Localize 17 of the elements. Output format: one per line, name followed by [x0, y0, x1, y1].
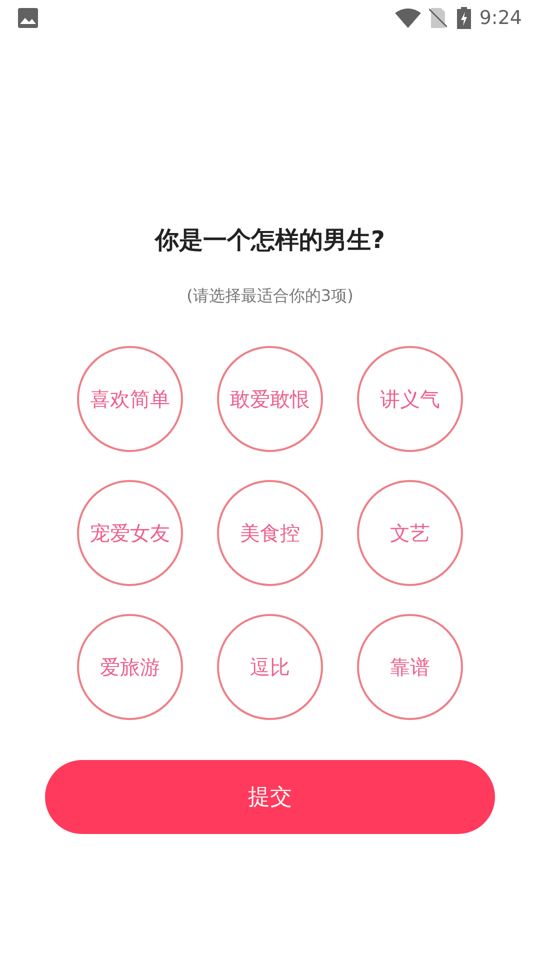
option-button[interactable]: 敢爱敢恨: [217, 346, 323, 452]
option-button[interactable]: 宠爱女友: [77, 480, 183, 586]
submit-button[interactable]: 提交: [45, 760, 495, 834]
option-button[interactable]: 靠谱: [357, 614, 463, 720]
no-sim-icon: [429, 8, 448, 28]
status-time: 9:24: [479, 6, 522, 31]
image-icon: [18, 8, 38, 28]
page-title: 你是一个怎样的男生?: [155, 225, 385, 256]
option-button[interactable]: 逗比: [217, 614, 323, 720]
option-button[interactable]: 讲义气: [357, 346, 463, 452]
option-button[interactable]: 喜欢简单: [77, 346, 183, 452]
wifi-icon: [395, 8, 422, 28]
option-button[interactable]: 文艺: [357, 480, 463, 586]
hint-text: (请选择最适合你的3项): [186, 285, 354, 307]
option-button[interactable]: 美食控: [217, 480, 323, 586]
battery-icon: [457, 7, 472, 29]
option-button[interactable]: 爱旅游: [77, 614, 183, 720]
